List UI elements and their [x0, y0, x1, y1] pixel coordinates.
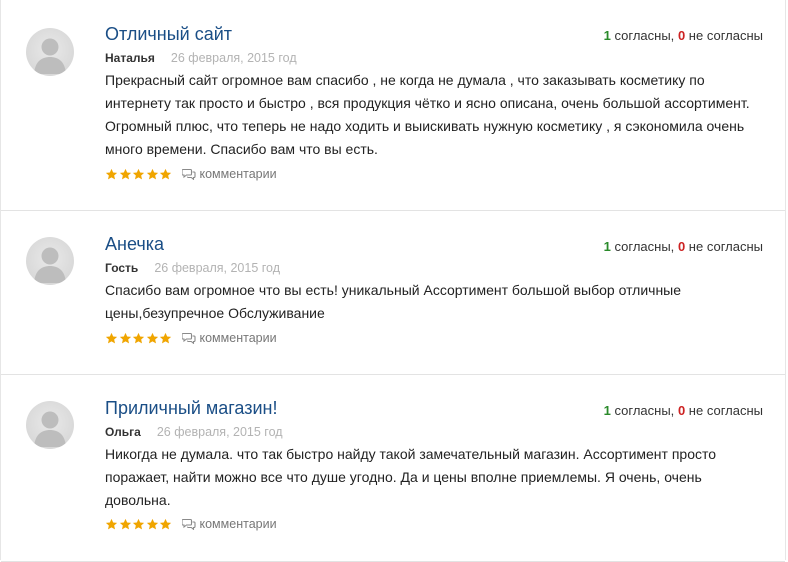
review-meta: Гость 26 февраля, 2015 год — [105, 261, 280, 275]
star-icon — [105, 518, 118, 529]
disagree-vote[interactable]: 0 не согласны — [678, 403, 763, 418]
disagree-vote[interactable]: 0 не согласны — [678, 239, 763, 254]
review-title[interactable]: Приличный магазин! — [105, 398, 278, 419]
agree-vote[interactable]: 1 согласны, — [604, 239, 675, 254]
review-meta: Ольга 26 февраля, 2015 год — [105, 425, 283, 439]
star-icon — [159, 168, 172, 179]
vote-counter: 1 согласны, 0 не согласны — [604, 403, 763, 418]
comments-link[interactable]: комментарии — [181, 517, 277, 531]
review-text: Спасибо вам огромное что вы есть! уникал… — [105, 282, 682, 321]
comments-link[interactable]: комментарии — [181, 331, 277, 345]
agree-label: согласны, — [614, 239, 675, 254]
comments-label: комментарии — [199, 517, 277, 531]
review-author: Наталья — [105, 51, 155, 65]
user-avatar-icon — [26, 237, 74, 285]
agree-count: 1 — [603, 403, 611, 418]
speech-bubbles-icon — [181, 518, 196, 530]
disagree-count: 0 — [677, 239, 686, 254]
review-meta: Наталья 26 февраля, 2015 год — [105, 51, 297, 65]
star-icon — [105, 168, 118, 179]
review-text: Прекрасный сайт огромное вам спасибо , н… — [105, 72, 750, 157]
review-author: Гость — [105, 261, 139, 275]
disagree-label: не согласны — [688, 28, 763, 43]
review-date: 26 февраля, 2015 год — [170, 51, 297, 65]
star-icon — [159, 518, 172, 529]
agree-vote[interactable]: 1 согласны, — [604, 28, 675, 43]
disagree-label: не согласны — [688, 403, 763, 418]
review-item: Приличный магазин! 1 согласны, 0 не согл… — [1, 375, 785, 562]
user-avatar-icon — [26, 28, 74, 76]
star-icon — [132, 168, 145, 179]
rating-stars — [105, 332, 173, 345]
review-title[interactable]: Анечка — [105, 234, 164, 255]
disagree-vote[interactable]: 0 не согласны — [678, 28, 763, 43]
vote-counter: 1 согласны, 0 не согласны — [604, 239, 763, 254]
review-text: Никогда не думала. что так быстро найду … — [105, 446, 717, 508]
vote-counter: 1 согласны, 0 не согласны — [604, 28, 763, 43]
review-author: Ольга — [105, 425, 141, 439]
comments-link[interactable]: комментарии — [181, 167, 277, 181]
disagree-count: 0 — [677, 403, 686, 418]
star-icon — [119, 332, 131, 343]
rating-stars — [105, 168, 173, 181]
star-icon — [146, 332, 158, 343]
star-icon — [119, 518, 131, 529]
star-icon — [132, 518, 145, 529]
star-icon — [146, 518, 158, 529]
review-footer: комментарии — [105, 167, 277, 181]
review-date: 26 февраля, 2015 год — [154, 261, 281, 275]
agree-count: 1 — [603, 28, 611, 43]
star-icon — [146, 168, 158, 179]
reviews-list: Отличный сайт 1 согласны, 0 не согласны … — [0, 0, 786, 562]
review-footer: комментарии — [105, 331, 277, 345]
review-item: Отличный сайт 1 согласны, 0 не согласны … — [1, 0, 785, 211]
speech-bubbles-icon — [181, 168, 196, 180]
agree-label: согласны, — [614, 403, 675, 418]
comments-label: комментарии — [199, 331, 277, 345]
agree-label: согласны, — [614, 28, 675, 43]
disagree-count: 0 — [677, 28, 686, 43]
review-footer: комментарии — [105, 517, 277, 531]
star-icon — [119, 168, 131, 179]
agree-vote[interactable]: 1 согласны, — [604, 403, 675, 418]
review-date: 26 февраля, 2015 год — [156, 425, 283, 439]
speech-bubbles-icon — [181, 332, 196, 344]
disagree-label: не согласны — [688, 239, 763, 254]
rating-stars — [105, 518, 173, 531]
star-icon — [105, 332, 118, 343]
review-item: Анечка 1 согласны, 0 не согласны Гость 26… — [1, 211, 785, 375]
star-icon — [132, 332, 145, 343]
comments-label: комментарии — [199, 167, 277, 181]
review-title[interactable]: Отличный сайт — [105, 24, 232, 45]
agree-count: 1 — [603, 239, 611, 254]
user-avatar-icon — [26, 401, 74, 449]
star-icon — [159, 332, 172, 343]
